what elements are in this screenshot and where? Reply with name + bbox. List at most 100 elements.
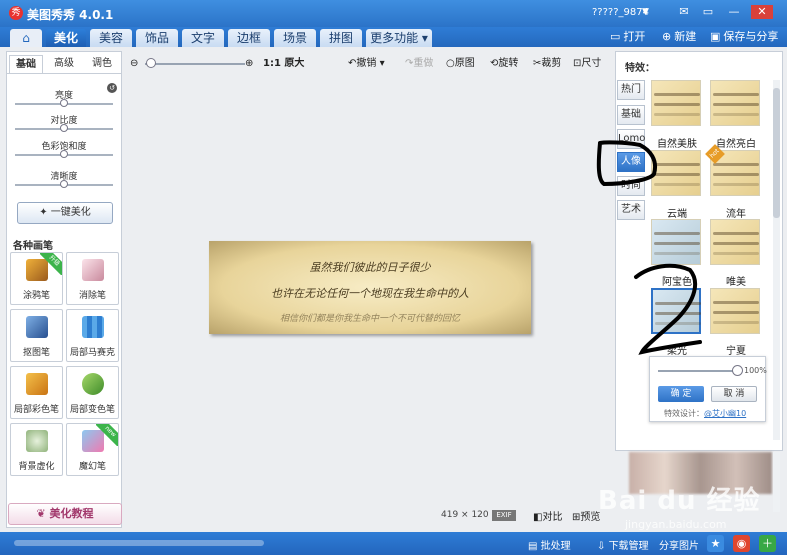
upgrade-ribbon: 升级 bbox=[40, 253, 62, 275]
mosaic-brush-button[interactable]: 局部马赛克 bbox=[66, 309, 119, 362]
contrast-knob[interactable] bbox=[60, 124, 68, 132]
tab-beautify[interactable]: 美化 bbox=[46, 29, 86, 47]
sharpness-knob[interactable] bbox=[60, 180, 68, 188]
watermark-url: jingyan.baidu.com bbox=[625, 518, 727, 531]
zoom-out-icon[interactable]: ⊖ bbox=[130, 56, 138, 72]
recolor-brush-button[interactable]: 局部变色笔 bbox=[66, 366, 119, 419]
open-button[interactable]: ▭ 打开 bbox=[610, 30, 645, 44]
one-key-beautify-button[interactable]: ✦ 一键美化 bbox=[17, 202, 113, 224]
scrollbar-thumb[interactable] bbox=[773, 88, 780, 218]
new-ribbon: new bbox=[96, 424, 118, 446]
tab-scene[interactable]: 场景 bbox=[274, 29, 316, 47]
star-icon[interactable]: ★ bbox=[707, 535, 724, 552]
tab-beauty[interactable]: 美容 bbox=[90, 29, 132, 47]
preview-button[interactable]: ⊞预览 bbox=[572, 508, 600, 523]
minimize-button[interactable]: — bbox=[726, 5, 742, 19]
main-menu-bar: ⌂ 美化 美容 饰品 文字 边框 场景 拼图 更多功能 ▾ ▭ 打开 ⊕ 新建 ▣ 保… bbox=[0, 27, 787, 47]
category-fashion[interactable]: 时尚 bbox=[617, 176, 645, 196]
weibo-icon[interactable]: ◉ bbox=[733, 535, 750, 552]
tab-text[interactable]: 文字 bbox=[182, 29, 224, 47]
doodle-brush-button[interactable]: 升级 涂鸦笔 bbox=[10, 252, 63, 305]
effect-thumb[interactable] bbox=[651, 80, 701, 126]
confirm-button[interactable]: 确 定 bbox=[658, 386, 704, 402]
save-share-button[interactable]: ▣ 保存与分享 bbox=[710, 30, 778, 44]
cancel-button[interactable]: 取 消 bbox=[711, 386, 757, 402]
batch-icon: ▤ bbox=[528, 541, 541, 552]
brush-label: 局部彩色笔 bbox=[13, 405, 59, 415]
zoom-in-icon[interactable]: ⊕ bbox=[245, 56, 253, 72]
tab-more-features[interactable]: 更多功能 ▾ bbox=[366, 29, 432, 47]
tutorial-button[interactable]: ❦ 美化教程 bbox=[8, 503, 122, 525]
tab-accessories[interactable]: 饰品 bbox=[136, 29, 178, 47]
tab-collage[interactable]: 拼图 bbox=[320, 29, 362, 47]
crop-button[interactable]: ✂裁剪 bbox=[533, 56, 561, 72]
brush-label: 局部变色笔 bbox=[69, 405, 115, 415]
effect-thumb[interactable] bbox=[710, 80, 760, 126]
effect-thumb[interactable] bbox=[651, 219, 701, 265]
magic-brush-button[interactable]: new 魔幻笔 bbox=[66, 423, 119, 476]
download-manager-button[interactable]: ⇩ 下载管理 bbox=[597, 537, 649, 552]
add-icon[interactable]: ＋ bbox=[759, 535, 776, 552]
strength-knob[interactable] bbox=[732, 365, 743, 376]
category-hot[interactable]: 热门 bbox=[617, 80, 645, 100]
effect-label: 宁夏 bbox=[726, 346, 746, 357]
tab-basic[interactable]: 基础 bbox=[9, 55, 43, 73]
effect-thumb-selected[interactable] bbox=[651, 288, 701, 334]
effects-scrollbar[interactable] bbox=[773, 80, 780, 440]
share-scrollbar[interactable] bbox=[773, 452, 780, 512]
status-text bbox=[14, 540, 264, 546]
actual-size-button[interactable]: 1:1 原大 bbox=[263, 56, 304, 72]
cutout-pen-icon bbox=[26, 316, 48, 338]
undo-button[interactable]: ↶撤销 ▾ bbox=[348, 56, 385, 72]
category-lomo[interactable]: Lomo bbox=[617, 129, 645, 149]
close-button[interactable]: ✕ bbox=[751, 5, 773, 19]
user-dropdown-icon[interactable]: ▼ bbox=[642, 7, 649, 17]
effect-thumb[interactable] bbox=[710, 288, 760, 334]
category-art[interactable]: 艺术 bbox=[617, 200, 645, 220]
zoom-slider[interactable] bbox=[145, 63, 245, 65]
cutout-brush-button[interactable]: 抠图笔 bbox=[10, 309, 63, 362]
effect-label: 流年 bbox=[726, 209, 746, 220]
photo-text-line: 也许在无论任何一个地现在我生命中的人 bbox=[271, 287, 469, 300]
brush-label: 魔幻笔 bbox=[78, 462, 106, 472]
tutorial-label: 美化教程 bbox=[49, 507, 94, 520]
effect-label: 自然美肤 bbox=[657, 139, 697, 150]
original-button[interactable]: ○原图 bbox=[446, 56, 475, 72]
category-basic[interactable]: 基础 bbox=[617, 105, 645, 125]
share-image-button[interactable]: 分享图片 bbox=[659, 537, 699, 552]
brush-label: 背景虚化 bbox=[18, 462, 55, 472]
compare-button[interactable]: ◧对比 bbox=[533, 508, 562, 523]
background-blur-button[interactable]: 背景虚化 bbox=[10, 423, 63, 476]
new-label: 新建 bbox=[674, 30, 697, 43]
user-name[interactable]: ?????_9874 bbox=[592, 7, 649, 18]
adjust-tabs: 基础 高级 调色 bbox=[7, 52, 121, 74]
designer-link[interactable]: @艾小幽10 bbox=[704, 409, 746, 418]
batch-button[interactable]: ▤ 批处理 bbox=[528, 537, 571, 552]
effect-thumb[interactable] bbox=[651, 150, 701, 196]
message-icon[interactable]: ✉ bbox=[676, 5, 692, 19]
color-brush-button[interactable]: 局部彩色笔 bbox=[10, 366, 63, 419]
new-button[interactable]: ⊕ 新建 bbox=[662, 30, 696, 44]
eraser-icon bbox=[82, 259, 104, 281]
effect-strength-popup: 100% 确 定 取 消 特效设计：@艾小幽10 bbox=[649, 356, 767, 422]
tab-advanced[interactable]: 高级 bbox=[47, 55, 81, 73]
saturation-knob[interactable] bbox=[60, 150, 68, 158]
resize-button[interactable]: ⊡尺寸 bbox=[573, 56, 601, 72]
effect-label: 唯美 bbox=[726, 277, 746, 288]
effect-label: 阿宝色 bbox=[662, 277, 692, 288]
brightness-knob[interactable] bbox=[60, 99, 68, 107]
zoom-knob[interactable] bbox=[146, 58, 156, 68]
strength-slider[interactable] bbox=[658, 370, 738, 372]
exif-button[interactable]: EXIF bbox=[492, 510, 516, 521]
effect-thumb[interactable] bbox=[710, 219, 760, 265]
tab-frame[interactable]: 边框 bbox=[228, 29, 270, 47]
tab-color[interactable]: 调色 bbox=[85, 55, 119, 73]
eraser-brush-button[interactable]: 消除笔 bbox=[66, 252, 119, 305]
edited-photo[interactable]: 虽然我们彼此的日子很少 也许在无论任何一个地现在我生命中的人 相信你们都是你我生… bbox=[209, 241, 531, 334]
category-portrait[interactable]: 人像 bbox=[617, 152, 645, 172]
rotate-button[interactable]: ⟲旋转 bbox=[490, 56, 518, 72]
redo-button[interactable]: ↷重做 bbox=[405, 56, 433, 72]
window-mode-icon[interactable]: ▭ bbox=[700, 5, 716, 19]
home-icon[interactable]: ⌂ bbox=[10, 29, 42, 47]
brush-label: 消除笔 bbox=[78, 291, 106, 301]
